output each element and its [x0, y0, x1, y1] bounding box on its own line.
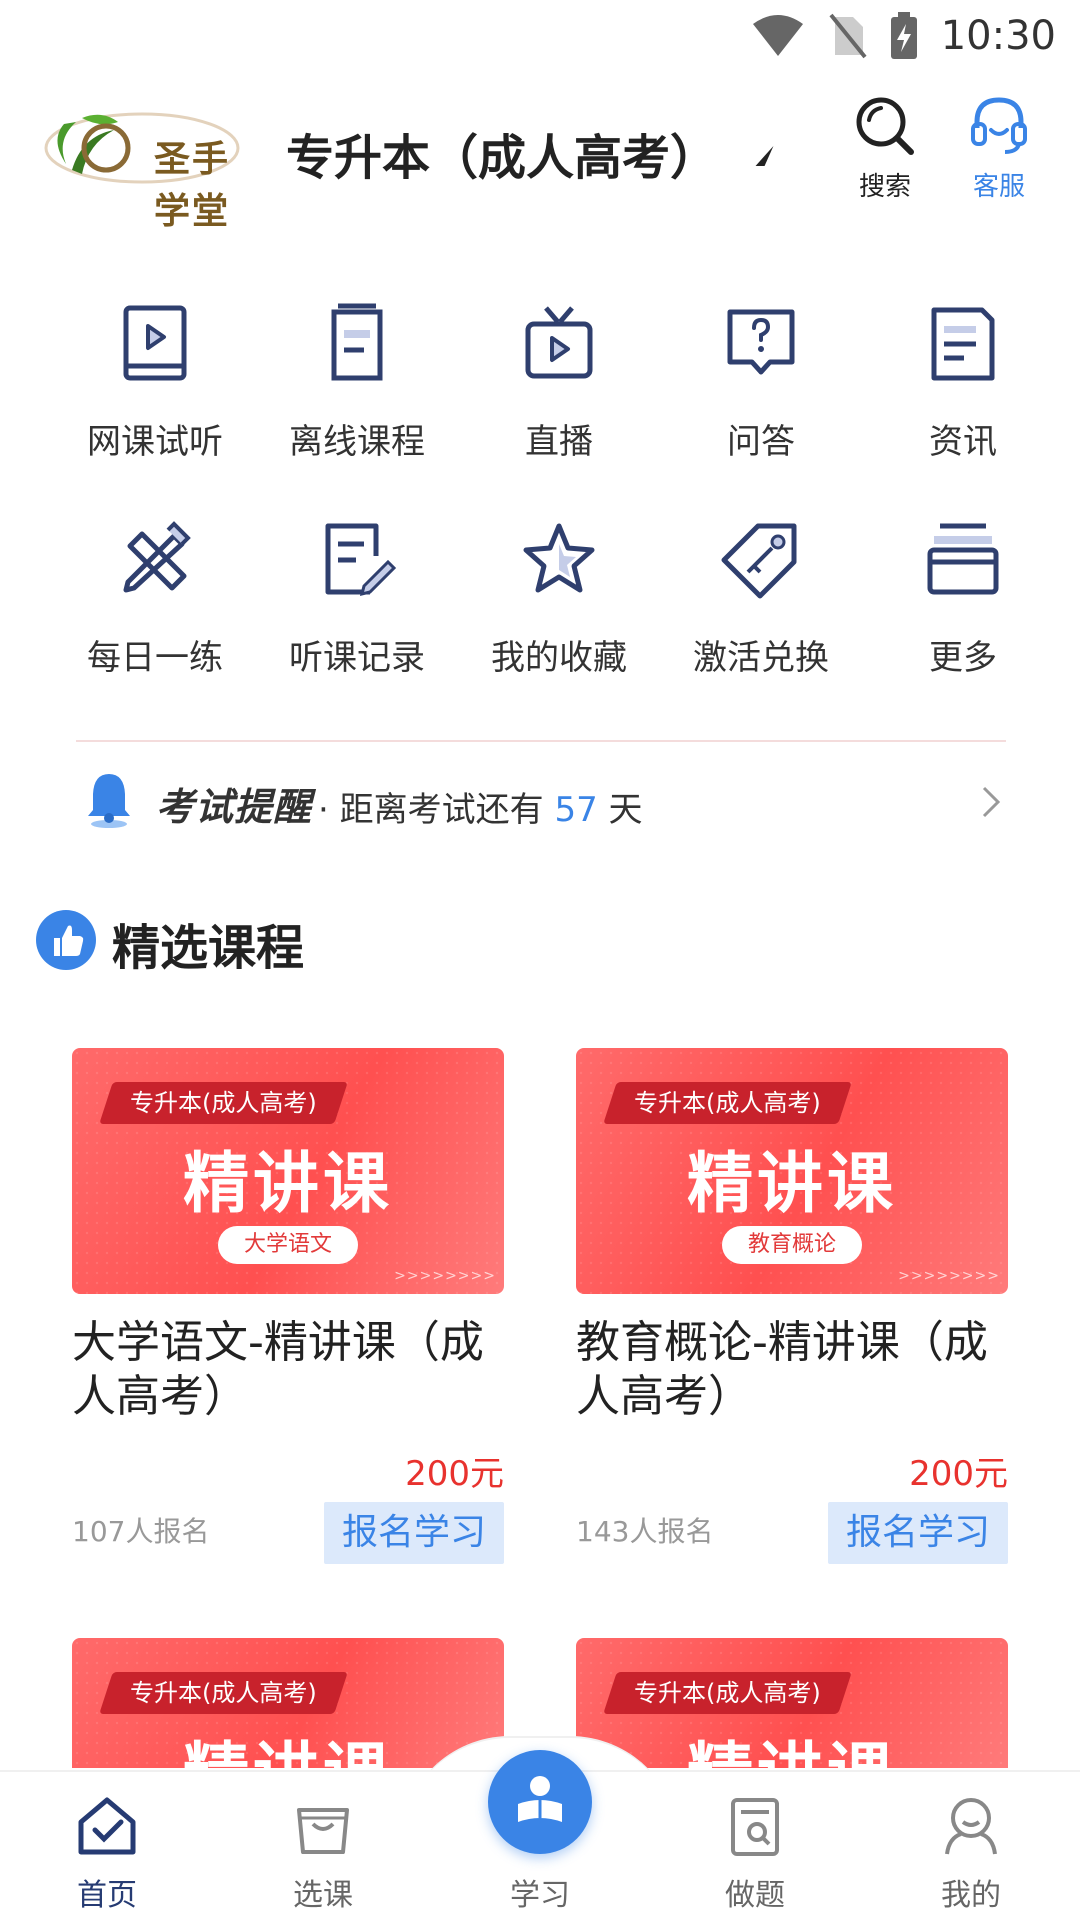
reading-person-icon [518, 1776, 562, 1822]
reminder-days: 57 [554, 790, 598, 830]
nav-label-study: 学习 [510, 1878, 570, 1913]
chevron-right-icon [982, 786, 1001, 818]
course-tag-text: 专升本(成人高考) [130, 1679, 317, 1707]
record-edit-icon [325, 523, 397, 597]
bell-icon [88, 774, 130, 828]
course-tag-text: 专升本(成人高考) [130, 1089, 317, 1117]
grid-label: 更多 [929, 638, 997, 678]
nav-mine[interactable]: 我的 [896, 1794, 1046, 1914]
course-banner[interactable]: 专升本(成人高考) 精讲课 大学语文 >>>>>>>> [72, 1048, 504, 1294]
course-price: 200元 [405, 1454, 504, 1494]
exam-reminder[interactable]: 考试提醒 · 距离考试还有 57 天 [76, 770, 1006, 836]
course-enrolled-count: 143人报名 [576, 1515, 714, 1548]
divider [76, 740, 1006, 742]
course-title[interactable]: 大学语文-精讲课（成人高考） [72, 1316, 504, 1424]
course-banner-title: 精讲课 [183, 1145, 393, 1222]
enroll-button[interactable]: 报名学习 [828, 1502, 1008, 1564]
key-tag-icon [721, 523, 797, 599]
course-title[interactable]: 教育概论-精讲课（成人高考） [576, 1316, 1008, 1424]
star-icon [523, 523, 595, 593]
news-doc-icon [931, 307, 995, 381]
nav-practice[interactable]: 做题 [680, 1794, 830, 1914]
search-icon [856, 97, 914, 155]
tv-play-icon [525, 306, 593, 379]
banner-arrows-decoration: >>>>>>>> [394, 1268, 496, 1284]
caret-down-icon[interactable] [755, 146, 774, 166]
app-header: 圣手学堂 专升本（成人高考） 搜索 客服 [0, 88, 1080, 232]
reminder-prefix: · 距离考试还有 [318, 790, 555, 830]
function-grid: 网课试听 离线课程 直播 问答 资讯 每日一练 听课记录 我的收藏 激活兑换 更… [54, 300, 1064, 692]
grid-label: 资讯 [929, 422, 997, 462]
grid-item-live[interactable]: 直播 [458, 300, 660, 476]
course-card[interactable]: 专升本(成人高考) 精讲课 大学语文 >>>>>>>> 大学语文-精讲课（成人高… [72, 1048, 504, 1578]
question-bubble-icon [727, 309, 795, 375]
battery-charging-icon [890, 12, 917, 59]
grid-item-daily-practice[interactable]: 每日一练 [54, 516, 256, 692]
course-tag: 专升本(成人高考) [603, 1082, 852, 1124]
grid-item-activate-redeem[interactable]: 激活兑换 [660, 516, 862, 692]
header-category-title[interactable]: 专升本（成人高考） [286, 118, 718, 188]
nav-select-course[interactable]: 选课 [248, 1794, 398, 1914]
thumbs-up-icon [36, 910, 96, 970]
course-banner-title: 精讲课 [576, 1720, 1008, 1768]
shopping-bag-icon [297, 1808, 349, 1854]
pencil-ruler-icon [123, 521, 191, 593]
offline-doc-icon [331, 303, 383, 381]
nav-label: 做题 [725, 1878, 785, 1913]
search-button[interactable]: 搜索 [830, 94, 940, 204]
course-enrolled-count: 107人报名 [72, 1515, 210, 1548]
nav-study-button[interactable] [488, 1750, 592, 1854]
grid-item-study-record[interactable]: 听课记录 [256, 516, 458, 692]
grid-item-qa[interactable]: 问答 [660, 300, 862, 476]
exam-paper-icon [731, 1798, 779, 1856]
service-label: 客服 [972, 172, 1025, 202]
course-tag: 专升本(成人高考) [99, 1672, 348, 1714]
course-banner[interactable]: 专升本(成人高考) 精讲课 教育概论 >>>>>>>> [576, 1048, 1008, 1294]
course-card[interactable]: 专升本(成人高考) 精讲课 [576, 1638, 1008, 1770]
logo-text: 圣手学堂 [154, 138, 231, 232]
course-tag: 专升本(成人高考) [603, 1672, 852, 1714]
nav-label: 选课 [293, 1878, 353, 1913]
grid-item-news[interactable]: 资讯 [862, 300, 1064, 476]
grid-item-offline-course[interactable]: 离线课程 [256, 300, 458, 476]
course-subject-pill: 大学语文 [218, 1226, 358, 1264]
course-card[interactable]: 专升本(成人高考) 精讲课 教育概论 >>>>>>>> 教育概论-精讲课（成人高… [576, 1048, 1008, 1578]
course-banner[interactable]: 专升本(成人高考) 精讲课 [576, 1638, 1008, 1768]
customer-service-button[interactable]: 客服 [944, 94, 1054, 204]
reminder-suffix: 天 [597, 790, 643, 830]
course-card[interactable]: 专升本(成人高考) 精讲课 [72, 1638, 504, 1770]
section-title: 精选课程 [112, 920, 305, 976]
status-time: 10:30 [940, 13, 1056, 59]
headset-icon [971, 97, 1027, 154]
course-banner[interactable]: 专升本(成人高考) 精讲课 [72, 1638, 504, 1768]
no-sim-icon [829, 13, 867, 59]
nav-label: 首页 [77, 1878, 137, 1913]
user-profile-icon [945, 1798, 997, 1855]
banner-arrows-decoration: >>>>>>>> [898, 1268, 1000, 1284]
search-label: 搜索 [858, 172, 911, 202]
course-banner-title: 精讲课 [687, 1145, 897, 1222]
course-tag: 专升本(成人高考) [99, 1082, 348, 1124]
grid-item-trial-course[interactable]: 网课试听 [54, 300, 256, 476]
status-bar: 10:30 [0, 0, 1080, 72]
wifi-icon [752, 15, 803, 56]
home-icon [78, 1797, 136, 1855]
grid-item-more[interactable]: 更多 [862, 516, 1064, 692]
app-logo: 圣手学堂 [42, 100, 256, 232]
reminder-title: 考试提醒 [156, 785, 313, 829]
enroll-button[interactable]: 报名学习 [324, 1502, 504, 1564]
course-tag-text: 专升本(成人高考) [634, 1089, 821, 1117]
reminder-text: · 距离考试还有 57 天 [318, 782, 643, 831]
video-book-icon [123, 305, 187, 381]
course-tag-text: 专升本(成人高考) [634, 1679, 821, 1707]
stack-box-icon [927, 523, 999, 595]
course-price: 200元 [909, 1454, 1008, 1494]
nav-label: 我的 [941, 1878, 1001, 1913]
course-subject-pill: 教育概论 [722, 1226, 862, 1264]
nav-home[interactable]: 首页 [32, 1794, 182, 1914]
grid-item-favorites[interactable]: 我的收藏 [458, 516, 660, 692]
